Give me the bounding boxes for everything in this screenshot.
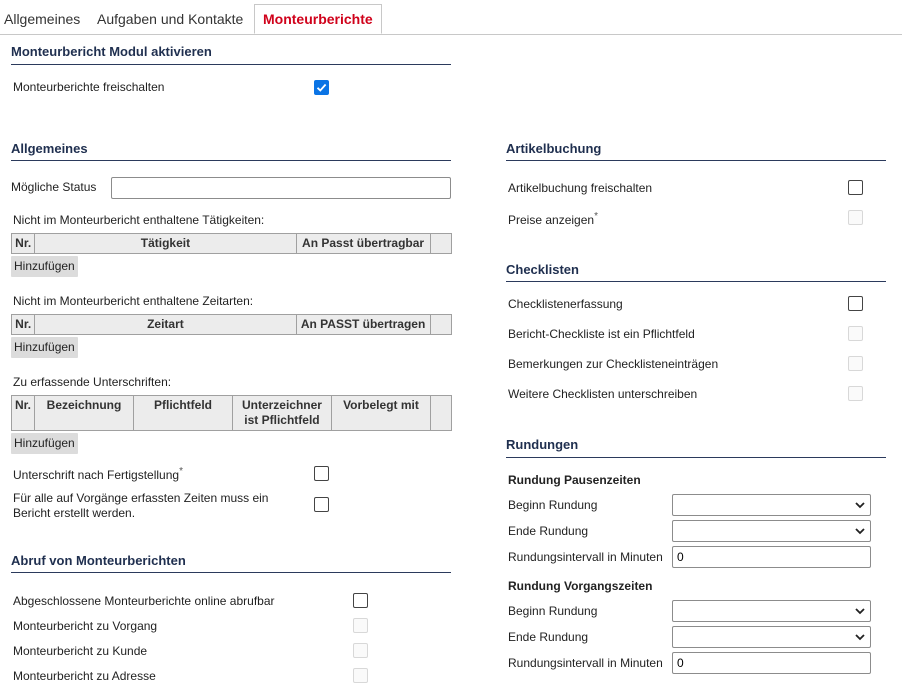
add-zeitart-button[interactable]: Hinzufügen: [11, 337, 78, 358]
monteurberichte-freischalten-checkbox[interactable]: [314, 80, 329, 95]
column-header-zeitart: Zeitart: [34, 314, 297, 335]
abruf-item-checkbox[interactable]: [353, 643, 368, 658]
unterschrift-fertigstellung-checkbox[interactable]: [314, 466, 329, 481]
monteurberichte-freischalten-label: Monteurberichte freischalten: [13, 80, 165, 94]
vorgang-intervall-input[interactable]: [672, 652, 871, 674]
column-header-nr: Nr.: [10, 395, 36, 431]
column-header-empty: [429, 233, 453, 254]
abruf-item-label: Monteurbericht zu Vorgang: [13, 619, 158, 633]
column-header-nr: Nr.: [10, 314, 36, 335]
abruf-item-checkbox[interactable]: [353, 593, 368, 608]
column-header-empty: [429, 314, 453, 335]
checklisten-item-checkbox[interactable]: [848, 386, 863, 401]
checklisten-item-checkbox[interactable]: [848, 326, 863, 341]
vorgang-beginn-rundung-select[interactable]: [672, 600, 871, 622]
abruf-item-checkbox[interactable]: [353, 618, 368, 633]
checklisten-item-label: Checklistenerfassung: [508, 297, 623, 311]
zeitarten-table: Nr. Zeitart An PASST übertragen: [10, 314, 453, 335]
section-title-rundungen: Rundungen: [506, 437, 579, 452]
unterschriften-label: Zu erfassende Unterschriften:: [13, 375, 172, 389]
add-taetigkeit-button[interactable]: Hinzufügen: [11, 256, 78, 277]
tab-allgemeines[interactable]: Allgemeines: [4, 5, 80, 33]
abruf-item-checkbox[interactable]: [353, 668, 368, 683]
section-title-checklisten: Checklisten: [506, 262, 579, 277]
zeiten-bericht-label: Für alle auf Vorgänge erfassten Zeiten m…: [13, 491, 269, 520]
section-divider: [506, 457, 886, 458]
abruf-item-label: Monteurbericht zu Kunde: [13, 644, 148, 658]
rundung-pausenzeiten-title: Rundung Pausenzeiten: [508, 473, 641, 487]
section-divider: [506, 160, 886, 161]
section-title-allgemeines: Allgemeines: [11, 141, 88, 156]
section-divider: [11, 64, 451, 65]
checklisten-item-checkbox[interactable]: [848, 296, 863, 311]
chevron-down-icon: [855, 634, 865, 641]
section-title-modul: Monteurbericht Modul aktivieren: [11, 44, 212, 59]
vorgang-ende-rundung-select[interactable]: [672, 626, 871, 648]
zeiten-bericht-checkbox[interactable]: [314, 497, 329, 512]
abruf-item-label: Abgeschlossene Monteurberichte online ab…: [13, 594, 275, 608]
artikelbuchung-freischalten-label: Artikelbuchung freischalten: [508, 181, 653, 195]
section-divider: [11, 572, 451, 573]
preise-anzeigen-label: Preise anzeigen*: [508, 211, 598, 227]
taetigkeiten-label: Nicht im Monteurbericht enthaltene Tätig…: [13, 213, 265, 227]
column-header-unterzeichner-pflichtfeld: Unterzeichner ist Pflichtfeld: [231, 395, 332, 431]
vorgang-ende-rundung-label: Ende Rundung: [508, 630, 589, 644]
pausen-intervall-label: Rundungsintervall in Minuten: [508, 550, 663, 564]
checklisten-item-label: Bericht-Checkliste ist ein Pflichtfeld: [508, 327, 695, 341]
column-header-nr: Nr.: [10, 233, 36, 254]
section-title-abruf: Abruf von Monteurberichten: [11, 553, 186, 568]
abruf-item-label: Monteurbericht zu Adresse: [13, 669, 156, 683]
zeitarten-label: Nicht im Monteurbericht enthaltene Zeita…: [13, 294, 254, 308]
tab-bar: Allgemeines Aufgaben und Kontakte Monteu…: [0, 0, 902, 35]
unterschrift-fertigstellung-label: Unterschrift nach Fertigstellung*: [13, 466, 183, 482]
vorgang-intervall-label: Rundungsintervall in Minuten: [508, 656, 663, 670]
tab-aufgaben-und-kontakte[interactable]: Aufgaben und Kontakte: [97, 5, 243, 33]
column-header-an-passt-uebertragen: An PASST übertragen: [295, 314, 431, 335]
chevron-down-icon: [855, 608, 865, 615]
add-unterschrift-button[interactable]: Hinzufügen: [11, 433, 78, 454]
checkmark-icon: [316, 83, 327, 92]
artikelbuchung-freischalten-checkbox[interactable]: [848, 180, 863, 195]
rundung-vorgangszeiten-title: Rundung Vorgangszeiten: [508, 579, 653, 593]
pausen-beginn-rundung-select[interactable]: [672, 494, 871, 516]
checklisten-item-label: Bemerkungen zur Checklisteneinträgen: [508, 357, 719, 371]
column-header-an-passt-uebertragbar: An Passt übertragbar: [295, 233, 431, 254]
vorgang-beginn-rundung-label: Beginn Rundung: [508, 604, 598, 618]
required-mark: *: [179, 466, 183, 477]
chevron-down-icon: [855, 502, 865, 509]
tab-monteurberichte[interactable]: Monteurberichte: [254, 4, 382, 34]
section-divider: [506, 281, 886, 282]
checklisten-item-label: Weitere Checklisten unterschreiben: [508, 387, 698, 401]
unterschriften-table: Nr. Bezeichnung Pflichtfeld Unterzeichne…: [10, 395, 453, 431]
column-header-vorbelegt-mit: Vorbelegt mit: [330, 395, 431, 431]
pausen-ende-rundung-label: Ende Rundung: [508, 524, 589, 538]
section-title-artikelbuchung: Artikelbuchung: [506, 141, 602, 156]
column-header-empty: [429, 395, 453, 431]
moegliche-status-label: Mögliche Status: [11, 180, 97, 194]
column-header-taetigkeit: Tätigkeit: [34, 233, 297, 254]
preise-anzeigen-checkbox[interactable]: [848, 210, 863, 225]
pausen-intervall-input[interactable]: [672, 546, 871, 568]
checklisten-item-checkbox[interactable]: [848, 356, 863, 371]
moegliche-status-input[interactable]: [111, 177, 451, 199]
chevron-down-icon: [855, 528, 865, 535]
required-mark: *: [594, 211, 598, 222]
column-header-pflichtfeld: Pflichtfeld: [133, 395, 233, 431]
pausen-ende-rundung-select[interactable]: [672, 520, 871, 542]
taetigkeiten-table: Nr. Tätigkeit An Passt übertragbar: [10, 233, 453, 254]
pausen-beginn-rundung-label: Beginn Rundung: [508, 498, 598, 512]
column-header-bezeichnung: Bezeichnung: [34, 395, 134, 431]
section-divider: [11, 160, 451, 161]
